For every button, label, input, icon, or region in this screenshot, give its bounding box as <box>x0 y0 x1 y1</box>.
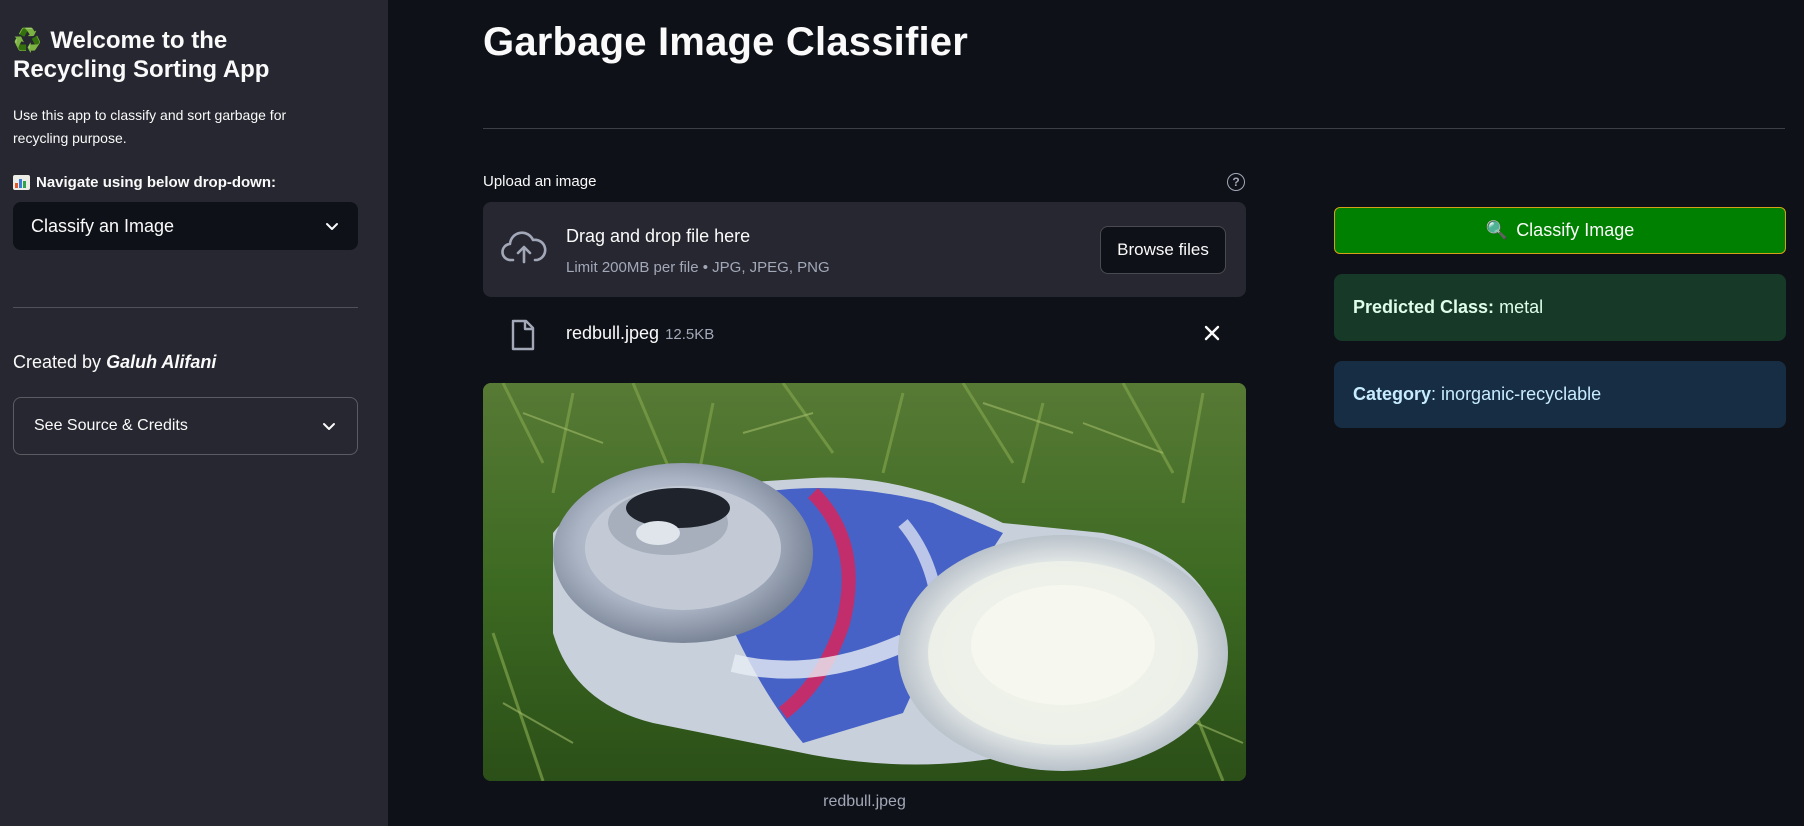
main-divider <box>483 128 1785 129</box>
file-size: 12.5KB <box>665 326 715 343</box>
created-by-prefix: Created by <box>13 352 102 372</box>
file-name: redbull.jpeg 12.5KB <box>566 323 714 344</box>
expander-label: See Source & Credits <box>34 417 188 434</box>
help-icon[interactable]: ? <box>1227 173 1245 191</box>
chevron-down-icon <box>326 223 338 230</box>
page-select-dropdown[interactable]: Classify an Image <box>13 202 358 250</box>
uploaded-file-row: redbull.jpeg 12.5KB <box>483 310 1246 360</box>
sidebar-title-text: Welcome to the Recycling Sorting App <box>13 27 270 83</box>
sidebar: ♻️ Welcome to the Recycling Sorting App … <box>0 0 388 826</box>
classify-image-button[interactable]: 🔍 Classify Image <box>1334 207 1786 254</box>
remove-file-button[interactable] <box>1203 323 1221 347</box>
file-limit-text: Limit 200MB per file • JPG, JPEG, PNG <box>566 259 830 276</box>
category-alert: Category: inorganic-recyclable <box>1334 361 1786 428</box>
classify-button-label: Classify Image <box>1516 220 1635 240</box>
nav-label: Navigate using below drop-down: <box>13 174 276 191</box>
page-select-value: Classify an Image <box>31 215 175 236</box>
image-caption: redbull.jpeg <box>823 793 906 810</box>
browse-files-button[interactable]: Browse files <box>1100 226 1226 274</box>
crushed-can-image <box>483 383 1246 781</box>
chevron-down-icon <box>323 423 335 430</box>
upload-label: Upload an image <box>483 173 597 190</box>
sidebar-divider <box>13 307 358 308</box>
page-title: Garbage Image Classifier <box>483 20 969 64</box>
magnifier-icon: 🔍 <box>1485 220 1509 240</box>
close-icon <box>1204 325 1220 341</box>
drop-instruction: Drag and drop file here <box>566 226 751 246</box>
sidebar-description: Use this app to classify and sort garbag… <box>13 107 287 146</box>
source-credits-expander[interactable]: See Source & Credits <box>13 397 358 455</box>
file-dropzone[interactable]: Drag and drop file here Limit 200MB per … <box>483 202 1246 297</box>
predicted-class-alert: Predicted Class: metal <box>1334 274 1786 341</box>
predicted-class-value: metal <box>1499 297 1544 317</box>
uploaded-image <box>483 383 1246 781</box>
created-by: Created by Galuh Alifani <box>13 352 216 373</box>
sidebar-title: ♻️ Welcome to the Recycling Sorting App <box>13 26 333 84</box>
author-name: Galuh Alifani <box>106 352 217 372</box>
nav-label-text: Navigate using below drop-down: <box>36 174 276 191</box>
file-icon <box>511 319 535 351</box>
file-name-text: redbull.jpeg <box>566 323 660 343</box>
bar-chart-icon <box>13 175 30 190</box>
predicted-class-label: Predicted Class: <box>1353 297 1495 317</box>
category-value: inorganic-recyclable <box>1441 384 1602 404</box>
category-label: Category <box>1353 384 1432 404</box>
cloud-upload-icon <box>501 231 547 264</box>
recycle-icon: ♻️ <box>13 27 42 53</box>
